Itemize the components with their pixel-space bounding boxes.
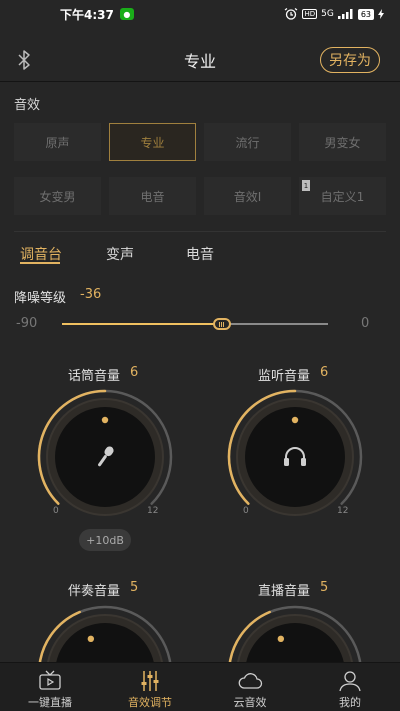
mic-volume-value: 6	[130, 365, 139, 380]
tv-play-icon	[39, 670, 61, 690]
effects-section-title: 音效	[14, 98, 41, 113]
nav-live[interactable]: 一键直播	[0, 663, 100, 711]
equalizer-icon	[141, 671, 159, 691]
preset-label: 原声	[45, 135, 70, 150]
preset-label: 电音	[140, 189, 165, 204]
status-time: 下午4:37	[60, 7, 114, 22]
monitor-volume-value: 6	[320, 365, 329, 380]
bluetooth-icon[interactable]	[16, 49, 32, 71]
mic-volume-max: 12	[147, 506, 159, 516]
noise-slider-min: -90	[16, 316, 38, 331]
preset-male-to-female[interactable]: 男变女	[299, 123, 386, 161]
nav-label: 音效调节	[128, 696, 172, 709]
monitor-volume-max: 12	[337, 506, 349, 516]
preset-effect-1[interactable]: 音效I	[204, 177, 291, 215]
tab-voice-change[interactable]: 变声	[106, 244, 134, 264]
preset-electronic[interactable]: 电音	[109, 177, 196, 215]
monitor-volume-label: 监听音量	[258, 369, 311, 384]
knob-indicator-dot	[277, 635, 285, 643]
noise-level-label: 降噪等级	[14, 291, 67, 306]
preset-label: 自定义1	[320, 189, 365, 204]
status-bar: 下午4:37 ● HD 5G 63	[0, 0, 400, 28]
mic-volume-min: 0	[53, 506, 59, 516]
mixer-tabs: 调音台 变声 电音	[0, 244, 400, 268]
noise-slider-fill	[62, 323, 222, 325]
wechat-notification-icon: ●	[119, 8, 134, 20]
nav-mine[interactable]: 我的	[300, 663, 400, 711]
preset-label: 专业	[140, 135, 165, 150]
preset-pop[interactable]: 流行	[204, 123, 291, 161]
section-divider	[14, 231, 386, 232]
noise-slider-max: 0	[361, 316, 370, 331]
preset-label: 流行	[235, 135, 260, 150]
noise-slider-track[interactable]	[62, 318, 328, 330]
nav-label: 云音效	[233, 696, 267, 709]
alarm-icon	[285, 8, 298, 20]
monitor-volume-min: 0	[243, 506, 249, 516]
custom-slot-tag: 1	[302, 180, 310, 191]
nav-label: 我的	[339, 696, 361, 709]
preset-label: 音效I	[233, 189, 262, 204]
signal-icon	[337, 9, 353, 19]
accompaniment-volume-label: 伴奏音量	[68, 584, 121, 599]
hd-icon: HD	[302, 9, 318, 19]
knob-indicator-dot	[87, 635, 95, 643]
charging-icon	[378, 9, 384, 19]
nav-cloud-effects[interactable]: 云音效	[200, 663, 300, 711]
gain-10db-button[interactable]: +10dB	[79, 529, 131, 551]
battery-icon: 63	[357, 8, 374, 20]
noise-slider-thumb[interactable]	[212, 318, 231, 330]
network-label: 5G	[321, 9, 334, 19]
noise-level-value: -36	[80, 287, 102, 302]
preset-label: 女变男	[39, 189, 76, 204]
live-volume-label: 直播音量	[258, 584, 311, 599]
tab-mixer[interactable]: 调音台	[20, 244, 62, 264]
bottom-nav: 一键直播 音效调节 云音效 我的	[0, 662, 400, 711]
preset-label: 男变女	[324, 135, 361, 150]
preset-professional[interactable]: 专业	[109, 123, 196, 161]
cloud-icon	[238, 673, 263, 689]
preset-original[interactable]: 原声	[14, 123, 101, 161]
user-icon	[339, 671, 361, 692]
app-header: 专业 另存为	[0, 38, 400, 82]
knob-indicator-dot	[291, 416, 299, 424]
preset-female-to-male[interactable]: 女变男	[14, 177, 101, 215]
nav-label: 一键直播	[28, 696, 72, 709]
page-title: 专业	[183, 51, 216, 71]
active-tab-indicator	[20, 262, 60, 264]
save-as-button[interactable]: 另存为	[320, 47, 380, 73]
live-volume-value: 5	[320, 580, 329, 595]
status-icons: HD 5G 63	[284, 8, 384, 20]
accompaniment-volume-value: 5	[130, 580, 139, 595]
preset-custom-1[interactable]: 1 自定义1	[299, 177, 386, 215]
knob-indicator-dot	[101, 416, 109, 424]
nav-sound-adjust[interactable]: 音效调节	[100, 663, 200, 711]
mic-volume-label: 话筒音量	[68, 369, 121, 384]
tab-electronic[interactable]: 电音	[186, 244, 214, 264]
